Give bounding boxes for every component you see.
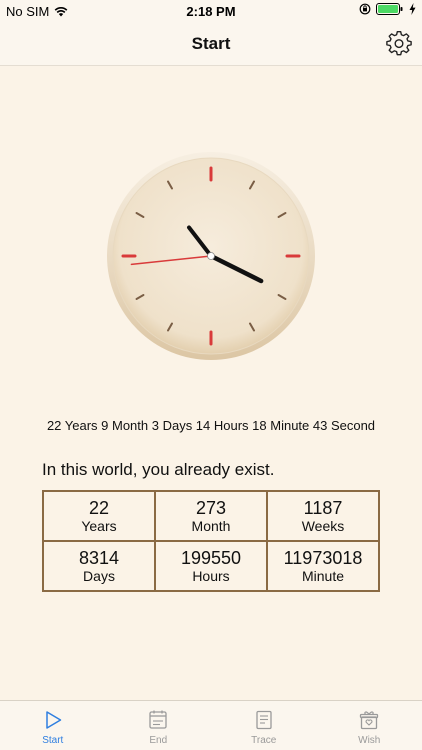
status-right — [359, 3, 416, 15]
page-title: Start — [191, 34, 231, 53]
analog-clock — [107, 152, 315, 360]
stat-cell-days: 8314 Days — [42, 540, 156, 592]
stat-value: 273 — [195, 497, 227, 518]
tab-bar: Start End Trace Wish — [0, 700, 422, 750]
stat-unit: Days — [83, 568, 115, 585]
stat-unit: Hours — [192, 568, 230, 585]
tab-trace[interactable]: Trace — [211, 701, 317, 750]
stat-cell-years: 22 Years — [42, 490, 156, 542]
tab-label: End — [149, 735, 168, 746]
settings-button[interactable] — [386, 30, 412, 56]
stat-value: 11973018 — [283, 547, 363, 568]
document-icon — [256, 710, 272, 730]
stat-value: 8314 — [78, 547, 120, 568]
elapsed-time-text: 22 Years 9 Month 3 Days 14 Hours 18 Minu… — [46, 418, 376, 433]
stats-row: 8314 Days 199550 Hours 11973018 Minute — [42, 540, 380, 592]
stat-unit: Minute — [301, 568, 345, 585]
navigation-bar: Start — [0, 22, 422, 66]
stat-cell-weeks: 1187 Weeks — [266, 490, 380, 542]
stat-value: 199550 — [180, 547, 242, 568]
stat-cell-hours: 199550 Hours — [154, 540, 268, 592]
stat-unit: Years — [81, 518, 117, 535]
status-bar: No SIM 2:18 PM — [0, 0, 422, 22]
stats-row: 22 Years 273 Month 1187 Weeks — [42, 490, 380, 542]
stats-table: 22 Years 273 Month 1187 Weeks 8314 Days … — [42, 490, 380, 592]
tab-label: Start — [42, 735, 64, 746]
gift-icon — [360, 711, 379, 730]
stat-value: 1187 — [303, 497, 343, 518]
clock-center-pin — [207, 252, 215, 260]
exist-headline: In this world, you already exist. — [42, 460, 275, 479]
stat-cell-minute: 11973018 Minute — [266, 540, 380, 592]
battery-icon — [376, 3, 403, 15]
tab-end[interactable]: End — [106, 701, 212, 750]
tab-label: Trace — [251, 735, 277, 746]
tab-label: Wish — [358, 735, 381, 746]
stat-unit: Month — [191, 518, 231, 535]
tab-wish[interactable]: Wish — [317, 701, 422, 750]
charging-bolt-icon — [409, 3, 416, 15]
play-icon — [46, 711, 61, 729]
stat-cell-month: 273 Month — [154, 490, 268, 542]
gear-icon — [386, 31, 412, 56]
orientation-lock-icon — [359, 3, 371, 15]
tab-start[interactable]: Start — [0, 701, 106, 750]
stat-value: 22 — [88, 497, 110, 518]
stat-unit: Weeks — [301, 518, 345, 535]
end-calendar-icon — [149, 710, 167, 729]
